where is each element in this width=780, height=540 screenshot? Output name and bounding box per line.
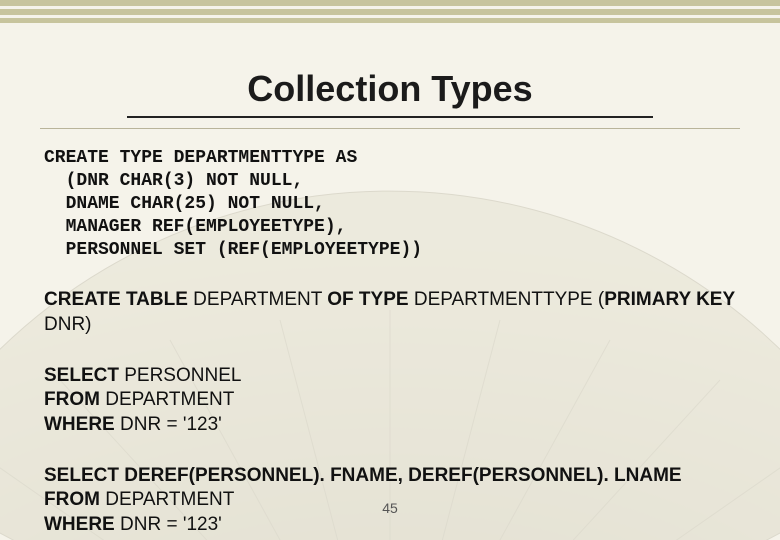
kw-from: FROM bbox=[44, 389, 100, 410]
text: DEPARTMENT bbox=[188, 289, 327, 310]
create-type-code: CREATE TYPE DEPARTMENTTYPE AS (DNR CHAR(… bbox=[44, 147, 736, 262]
kw-of-type: OF TYPE bbox=[327, 289, 408, 310]
slide-title: Collection Types bbox=[127, 68, 652, 118]
text: DNR = '123' bbox=[115, 414, 222, 435]
kw-select: SELECT bbox=[44, 365, 119, 386]
slide-body: Collection Types CREATE TYPE DEPARTMENTT… bbox=[0, 0, 780, 540]
kw-select: SELECT bbox=[44, 465, 119, 486]
title-wrap: Collection Types bbox=[40, 68, 740, 118]
kw-primary-key: PRIMARY KEY bbox=[604, 289, 735, 310]
text: DEPARTMENT bbox=[100, 389, 234, 410]
slide-content: CREATE TYPE DEPARTMENTTYPE AS (DNR CHAR(… bbox=[40, 147, 740, 538]
text: DNR = '123' bbox=[115, 514, 222, 535]
title-underline bbox=[40, 128, 740, 129]
create-table-sql: CREATE TABLE DEPARTMENT OF TYPE DEPARTME… bbox=[44, 288, 736, 337]
page-number: 45 bbox=[382, 500, 398, 516]
text: DNR) bbox=[44, 314, 92, 335]
kw-where: WHERE bbox=[44, 414, 115, 435]
text: PERSONNEL bbox=[119, 365, 241, 386]
text: DEPARTMENTTYPE ( bbox=[409, 289, 605, 310]
select-personnel-sql: SELECT PERSONNEL FROM DEPARTMENT WHERE D… bbox=[44, 364, 736, 438]
kw-deref: DEREF(PERSONNEL). FNAME, DEREF(PERSONNEL… bbox=[119, 465, 682, 486]
text: DEPARTMENT bbox=[100, 489, 234, 510]
kw-create-table: CREATE TABLE bbox=[44, 289, 188, 310]
kw-where: WHERE bbox=[44, 514, 115, 535]
kw-from: FROM bbox=[44, 489, 100, 510]
